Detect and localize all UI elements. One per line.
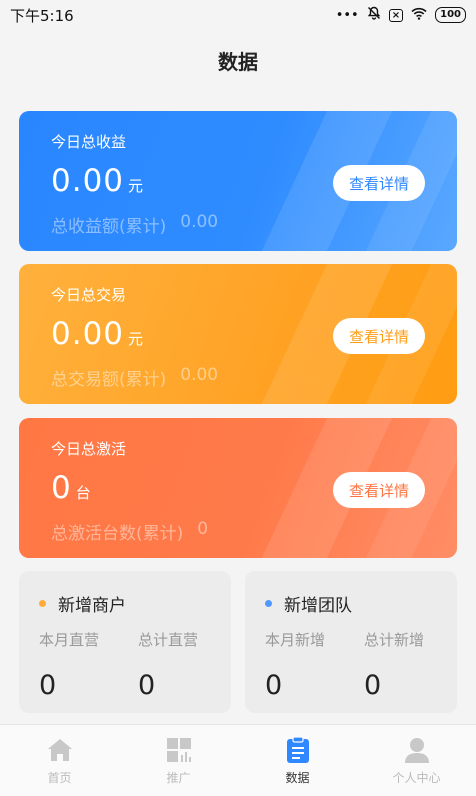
bell-off-icon	[367, 6, 381, 24]
card-total: 总交易额(累计) 0.00	[51, 365, 218, 390]
tab-data[interactable]: 数据	[238, 725, 357, 796]
bullet-dot-icon	[265, 600, 272, 607]
stat-value: 0	[39, 670, 57, 701]
view-details-button[interactable]: 查看详情	[333, 318, 425, 354]
stat-value: 0	[138, 670, 156, 701]
new-merchants-panel: 新增商户 本月直营 0 总计直营 0	[19, 571, 231, 713]
view-details-button[interactable]: 查看详情	[333, 472, 425, 508]
stat-column: 本月新增 0	[265, 629, 325, 701]
stat-label: 总计直营	[138, 631, 199, 649]
tab-promote[interactable]: 推广	[119, 725, 238, 796]
clipboard-icon	[283, 736, 313, 764]
card-value: 0	[51, 470, 72, 506]
tab-label: 数据	[285, 771, 310, 785]
panel-header: 新增团队	[265, 591, 352, 616]
battery-icon: 100	[435, 7, 466, 23]
card-value: 0.00	[51, 163, 125, 199]
card-total-value: 0.00	[180, 212, 219, 232]
tab-home[interactable]: 首页	[0, 725, 119, 796]
card-label: 今日总收益	[51, 133, 127, 151]
income-card: 今日总收益 0.00 元 总收益额(累计) 0.00 查看详情	[19, 111, 457, 251]
bullet-dot-icon	[39, 600, 46, 607]
card-value: 0.00	[51, 316, 125, 352]
transaction-card: 今日总交易 0.00 元 总交易额(累计) 0.00 查看详情	[19, 264, 457, 404]
card-total-label: 总激活台数(累计)	[51, 524, 184, 544]
stat-value: 0	[265, 670, 283, 701]
stat-column: 本月直营 0	[39, 629, 99, 701]
card-label: 今日总激活	[51, 440, 127, 458]
card-amount: 0 台	[51, 470, 91, 506]
card-label: 今日总交易	[51, 286, 127, 304]
view-details-button[interactable]: 查看详情	[333, 165, 425, 201]
panel-header: 新增商户	[39, 591, 126, 616]
stat-value: 0	[364, 670, 382, 701]
tab-label: 推广	[166, 771, 191, 785]
user-icon	[402, 736, 432, 764]
card-total-value: 0	[197, 519, 209, 539]
activation-card: 今日总激活 0 台 总激活台数(累计) 0 查看详情	[19, 418, 457, 558]
status-icons: ••• × 100	[336, 6, 466, 24]
card-unit: 元	[128, 177, 144, 195]
panel-title: 新增团队	[284, 596, 352, 616]
card-total-label: 总收益额(累计)	[51, 217, 167, 237]
tab-profile[interactable]: 个人中心	[357, 725, 476, 796]
card-unit: 元	[128, 330, 144, 348]
wifi-icon	[411, 7, 427, 24]
card-total: 总收益额(累计) 0.00	[51, 212, 218, 237]
stat-label: 本月新增	[265, 631, 326, 649]
card-total: 总激活台数(累计) 0	[51, 519, 208, 544]
grid-icon	[164, 736, 194, 764]
card-amount: 0.00 元	[51, 316, 143, 352]
card-amount: 0.00 元	[51, 163, 143, 199]
card-unit: 台	[75, 484, 91, 502]
home-icon	[45, 736, 75, 764]
more-dots-icon: •••	[335, 7, 359, 23]
stat-label: 本月直营	[39, 631, 100, 649]
new-team-panel: 新增团队 本月新增 0 总计新增 0	[245, 571, 457, 713]
card-total-label: 总交易额(累计)	[51, 370, 167, 390]
stat-column: 总计直营 0	[138, 629, 198, 701]
bottom-tab-bar: 首页 推广 数据 个人中心	[0, 724, 476, 796]
status-bar: 下午5:16 ••• × 100	[0, 0, 476, 30]
status-time: 下午5:16	[10, 6, 74, 25]
card-total-value: 0.00	[180, 365, 219, 385]
sim-icon: ×	[388, 8, 404, 22]
panel-title: 新增商户	[58, 596, 126, 616]
tab-label: 首页	[47, 771, 72, 785]
page-title: 数据	[218, 50, 258, 74]
tab-label: 个人中心	[392, 771, 441, 785]
stat-label: 总计新增	[364, 631, 425, 649]
stat-column: 总计新增 0	[364, 629, 424, 701]
